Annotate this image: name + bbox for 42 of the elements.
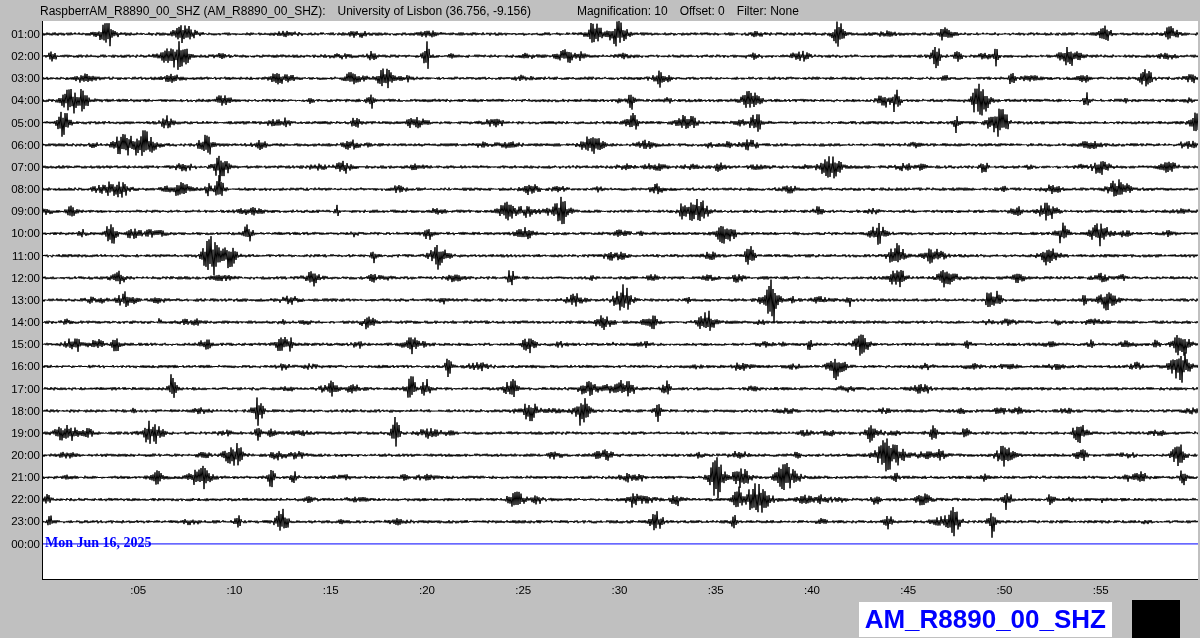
time-tick-label: :40 [804,584,820,596]
station-title: RaspberrAM_R8890_00_SHZ (AM_R8890_00_SHZ): [40,3,326,18]
time-tick-label: :50 [996,584,1013,596]
time-tick-label: :05 [130,584,147,596]
color-swatch [1132,600,1180,638]
time-tick-label: :10 [226,584,243,596]
time-tick-label: :25 [515,584,532,596]
hour-label: 05:00 [10,115,41,131]
time-tick-label: :15 [322,584,339,596]
hour-label: 11:00 [11,248,41,264]
hour-label: 21:00 [10,470,41,486]
time-tick-label: :20 [419,584,435,596]
hour-label: 16:00 [10,359,41,375]
hour-label: 01:00 [10,27,41,42]
station-label: AM_R8890_00_SHZ [858,601,1112,637]
hour-label: 02:00 [10,49,41,65]
hour-label: 22:00 [10,492,41,508]
hour-label: 10:00 [10,226,41,242]
hour-label: 03:00 [10,71,41,87]
magnification-text: Magnification: 10 [576,3,668,18]
hour-label: 18:00 [10,403,41,419]
hour-label: 09:00 [10,204,41,220]
hour-label: 20:00 [10,447,41,463]
hour-label: 12:00 [10,270,41,286]
time-tick-label: :45 [900,584,917,596]
hour-label: 08:00 [10,182,41,198]
hour-label: 14:00 [10,315,41,331]
time-tick-label: :55 [1092,584,1109,596]
offset-text: Offset: 0 [679,3,725,18]
hour-label: 00:00 [10,536,41,552]
filter-text: Filter: None [736,3,799,18]
location-text: University of Lisbon (36.756, -9.156) [337,3,531,18]
hour-label: 13:00 [10,292,41,308]
hour-label: 07:00 [10,159,41,175]
time-tick-label: :30 [611,584,628,596]
hour-label: 04:00 [10,93,41,109]
hour-label: 17:00 [10,381,41,397]
time-tick-label: :35 [707,584,724,596]
hour-label: 06:00 [10,137,41,153]
hour-label: 15:00 [10,337,41,353]
hour-label: 19:00 [10,425,41,441]
hour-label: 23:00 [10,514,41,530]
